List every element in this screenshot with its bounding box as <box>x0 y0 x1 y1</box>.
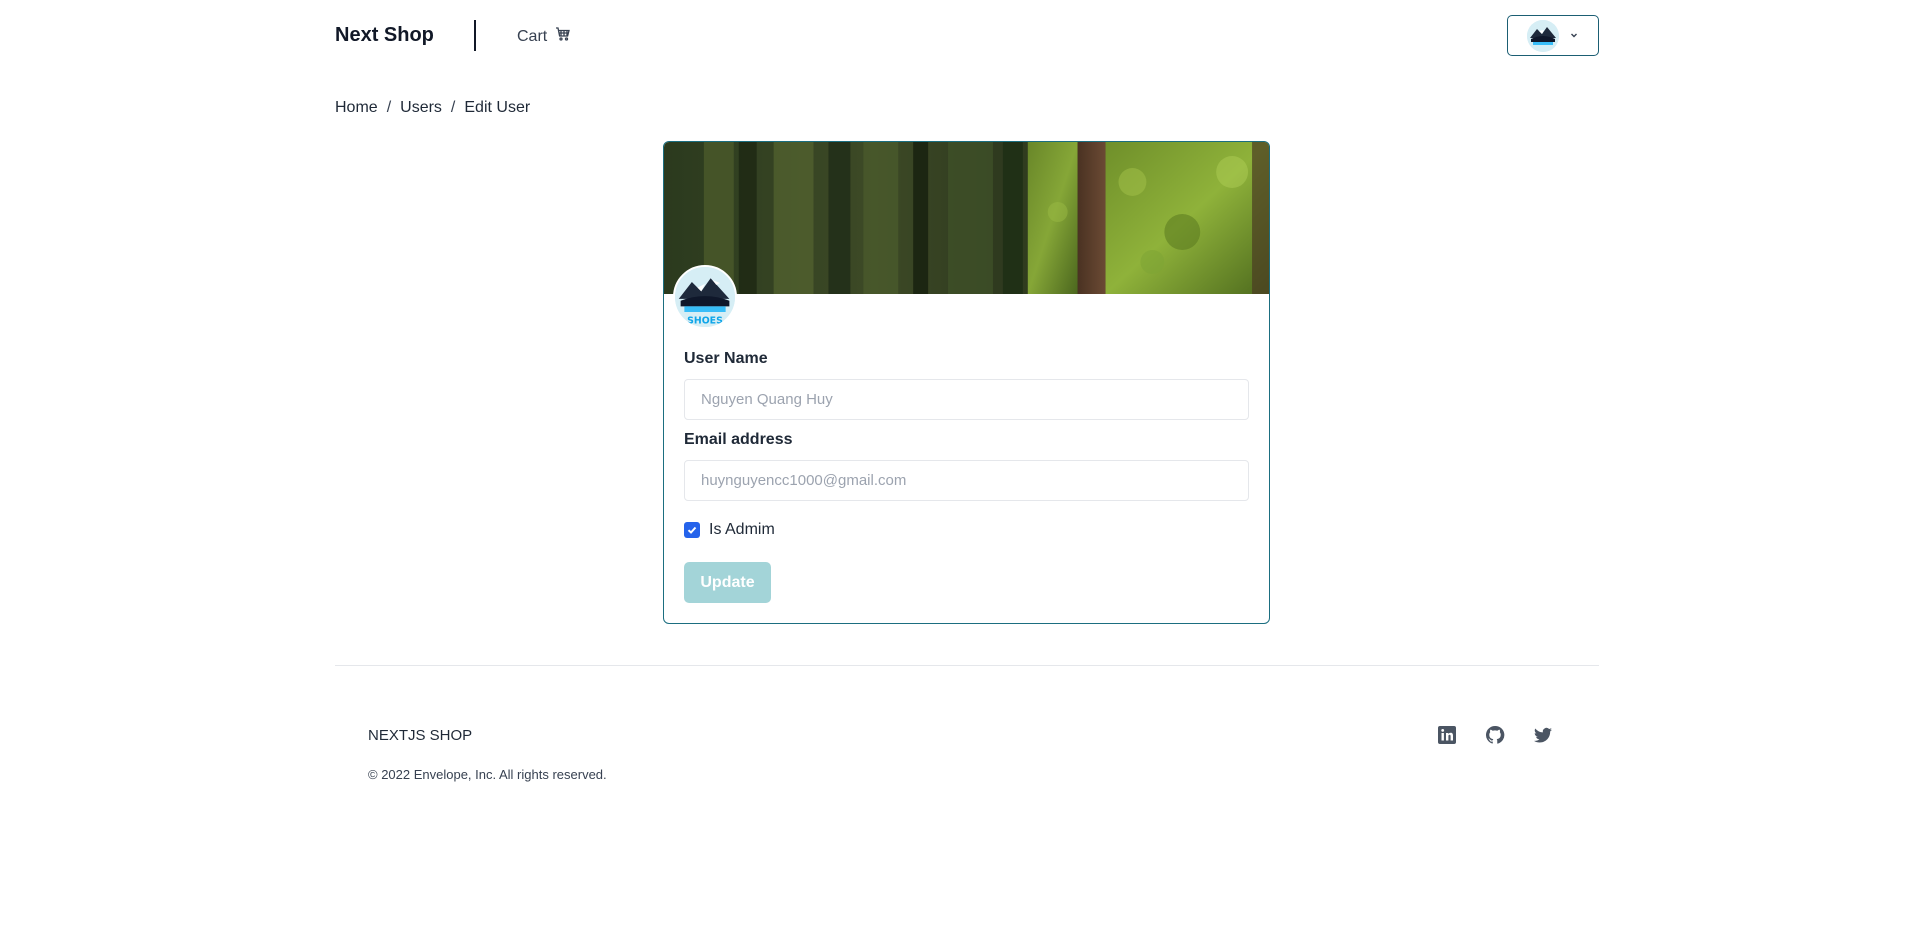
footer-brand: NEXTJS SHOP <box>368 727 473 744</box>
breadcrumb-separator: / <box>386 99 392 116</box>
breadcrumb: Home / Users / Edit User <box>335 99 530 117</box>
breadcrumb-separator: / <box>450 99 456 116</box>
username-input[interactable] <box>684 379 1249 420</box>
copyright-text: © 2022 Envelope, Inc. All rights reserve… <box>368 767 607 782</box>
username-label: User Name <box>684 350 768 367</box>
admin-checkbox-row: Is Admim <box>684 521 775 539</box>
svg-text:SHOES: SHOES <box>687 315 723 326</box>
linkedin-icon[interactable] <box>1437 725 1457 745</box>
email-label: Email address <box>684 431 793 448</box>
admin-checkbox[interactable] <box>684 522 700 538</box>
user-avatar[interactable]: SHOES <box>673 265 737 329</box>
cart-icon <box>555 26 571 47</box>
edit-user-card: SHOES User Name Email address Is Admim U… <box>663 141 1270 624</box>
twitter-icon[interactable] <box>1533 725 1553 745</box>
github-icon[interactable] <box>1485 725 1505 745</box>
cart-link[interactable]: Cart <box>517 26 571 47</box>
chevron-down-icon <box>1569 27 1579 45</box>
footer-divider <box>335 665 1599 666</box>
brand-logo-text[interactable]: Next Shop <box>335 24 434 47</box>
breadcrumb-current: Edit User <box>464 99 531 116</box>
nav-divider <box>474 20 476 51</box>
cover-image <box>664 142 1269 294</box>
cart-label: Cart <box>517 27 548 45</box>
breadcrumb-users[interactable]: Users <box>400 99 442 117</box>
profile-menu-button[interactable] <box>1507 15 1599 56</box>
update-button[interactable]: Update <box>684 562 771 603</box>
email-input[interactable] <box>684 460 1249 501</box>
top-navbar: Next Shop Cart <box>335 0 1599 72</box>
breadcrumb-home[interactable]: Home <box>335 99 378 117</box>
admin-checkbox-label: Is Admim <box>709 521 775 538</box>
social-links <box>1437 725 1553 745</box>
avatar <box>1527 19 1559 52</box>
